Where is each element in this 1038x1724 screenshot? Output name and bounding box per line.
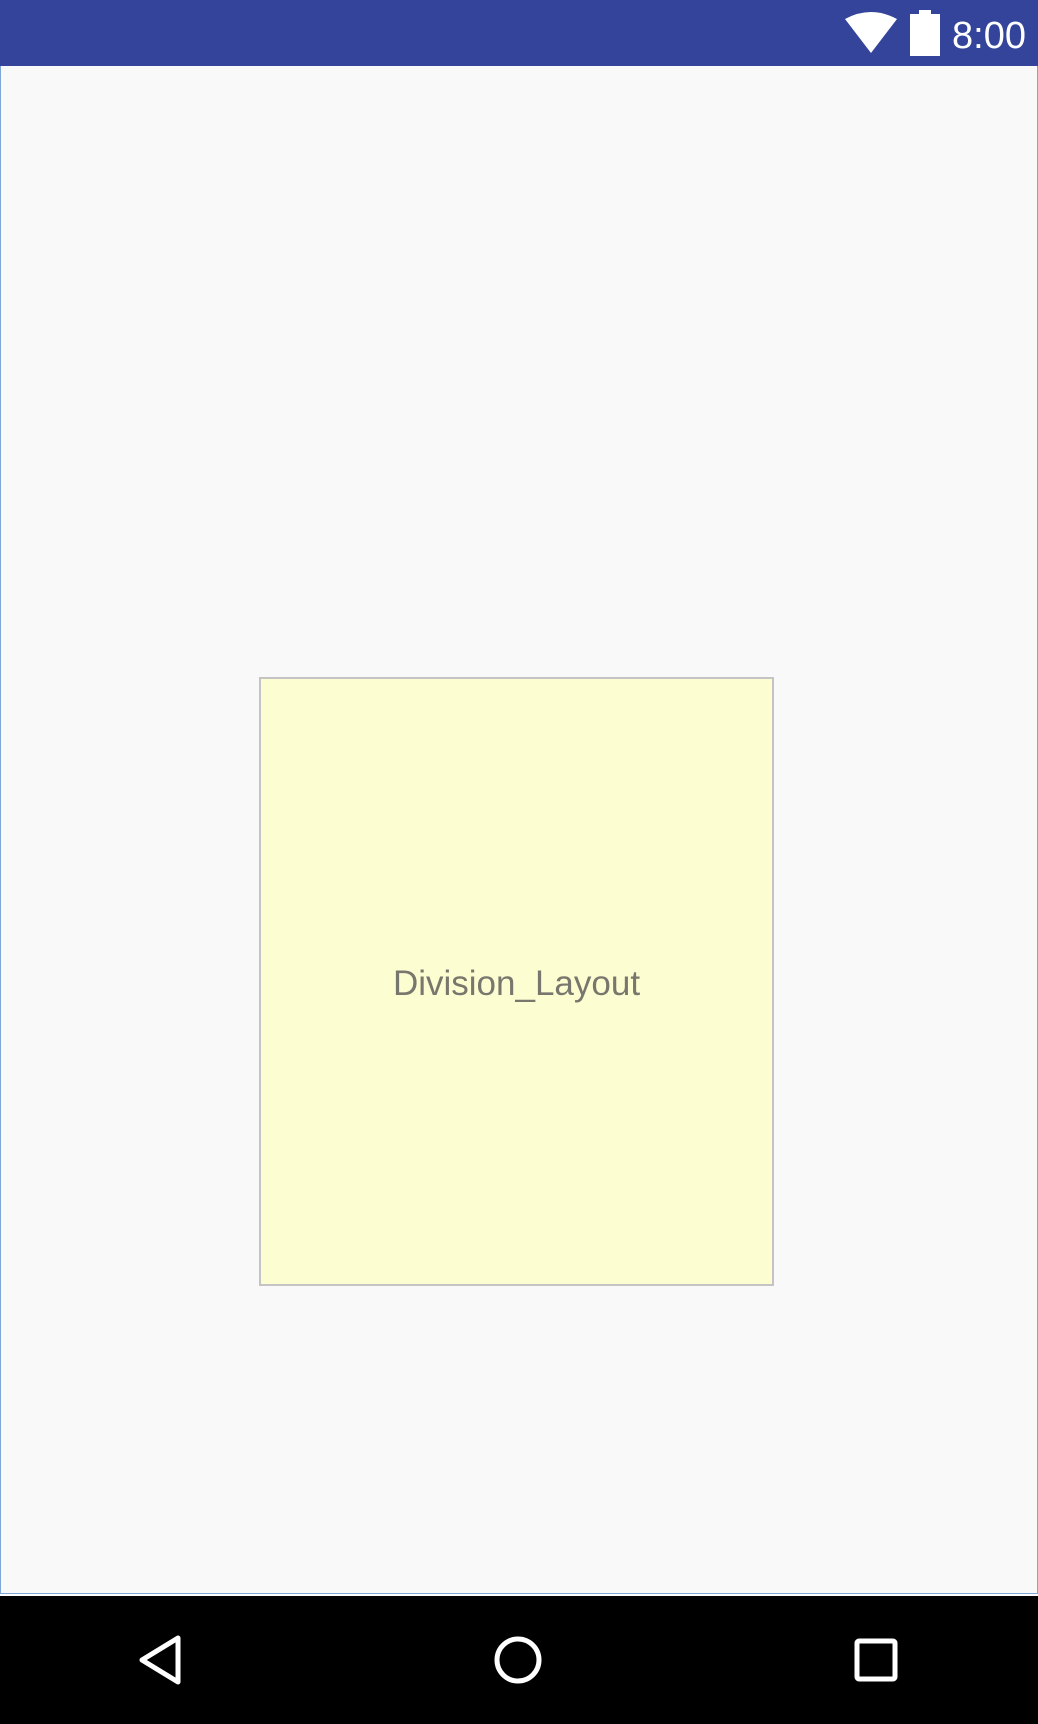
status-bar: 8:00 [0, 0, 1038, 66]
home-icon [493, 1635, 543, 1685]
recents-icon [854, 1638, 898, 1682]
home-button[interactable] [458, 1596, 578, 1724]
division-layout-label: Division_Layout [392, 963, 641, 1003]
navigation-bar [0, 1596, 1038, 1724]
back-icon [138, 1635, 182, 1685]
back-button[interactable] [100, 1596, 220, 1724]
wifi-icon [844, 11, 898, 55]
status-time: 8:00 [952, 14, 1026, 57]
division-layout: Division_Layout [259, 677, 774, 1286]
app-content: Division_Layout [0, 66, 1038, 1594]
status-icons: 8:00 [844, 0, 1026, 66]
recents-button[interactable] [816, 1596, 936, 1724]
battery-icon [910, 10, 941, 56]
